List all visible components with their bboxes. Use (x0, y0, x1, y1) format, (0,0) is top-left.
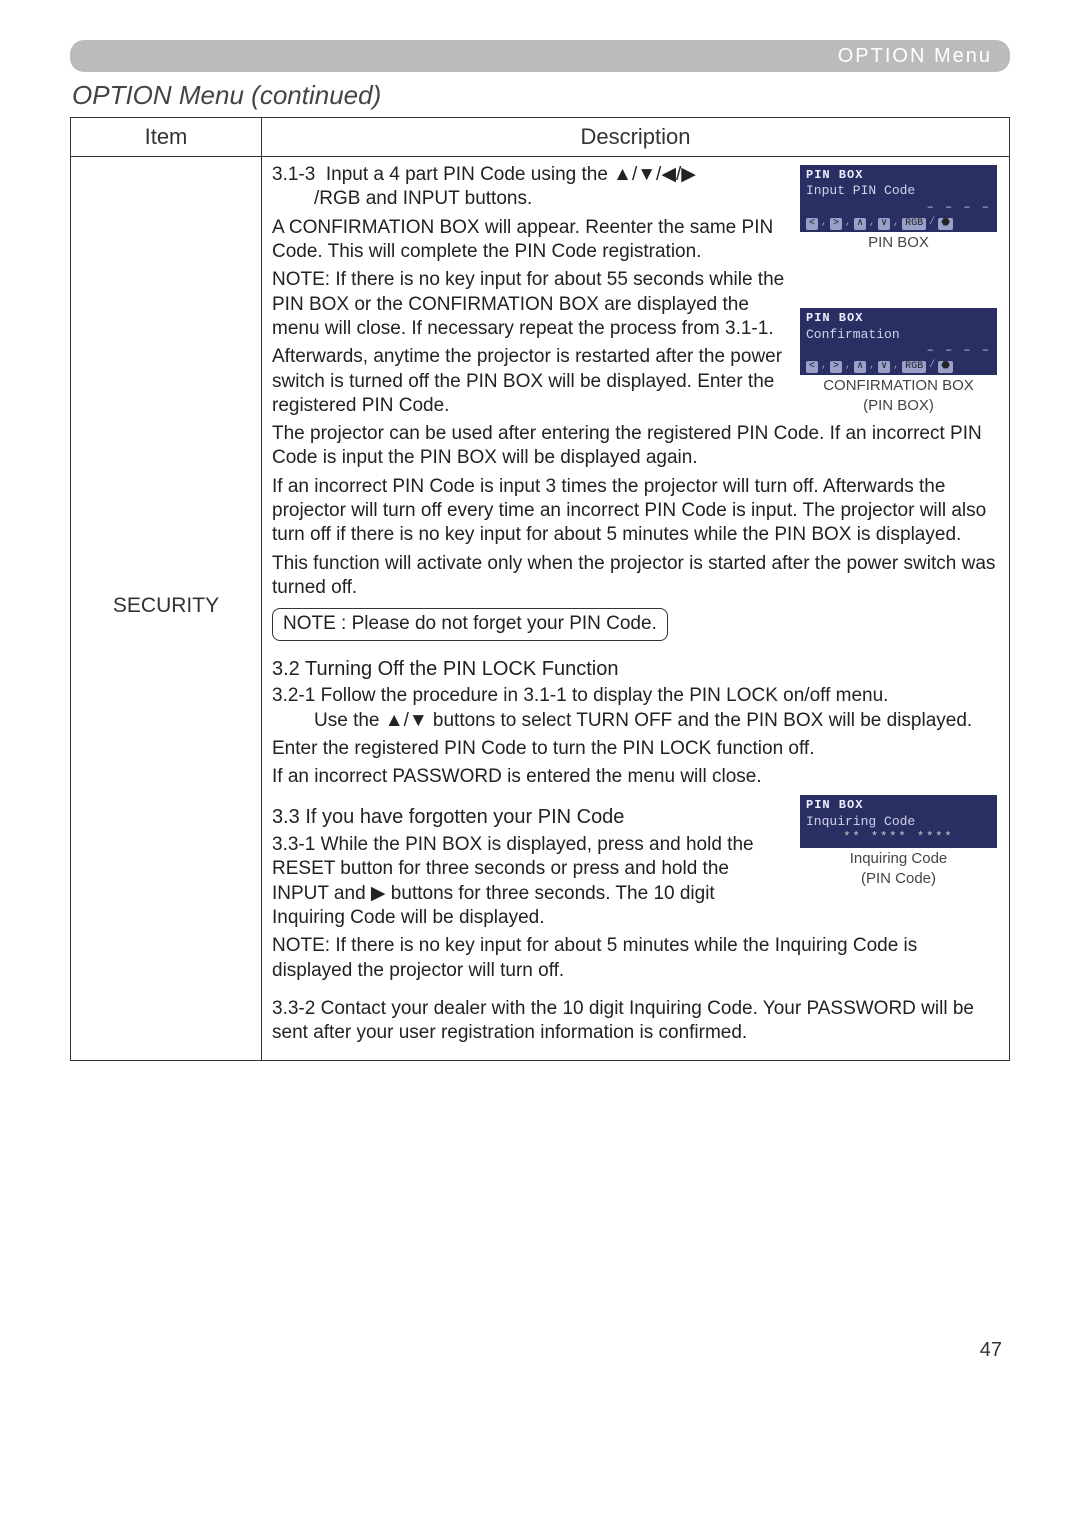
p-331-lead: 3.3-1 (272, 834, 315, 855)
note-box: NOTE : Please do not forget your PIN Cod… (272, 608, 668, 640)
pinbox-diagram-1: PIN BOX Input PIN Code – – – – <, >, ∧, … (800, 165, 997, 252)
inquiring-line: Inquiring Code (806, 814, 991, 831)
p-321-d: If an incorrect PASSWORD is entered the … (272, 765, 999, 789)
pinbox-2-title: PIN BOX (806, 311, 991, 326)
inquiring-caption2: (PIN Code) (800, 870, 997, 888)
pinbox-2-value: – – – – (806, 343, 991, 358)
key-down-icon: ∨ (878, 361, 890, 373)
section-title: OPTION Menu (continued) (72, 80, 1010, 111)
inquiring-caption1: Inquiring Code (800, 850, 997, 868)
p-313-lead: 3.1-3 (272, 164, 315, 185)
page-number: 47 (980, 1339, 1002, 1362)
pinbox-1-value: – – – – (806, 200, 991, 215)
pinbox-1-title: PIN BOX (806, 168, 991, 183)
key-input-icon: ⬣ (938, 361, 953, 373)
key-rgb: RGB (902, 218, 926, 230)
pinbox-1-keys: <, >, ∧, ∨, RGB/ ⬣ (806, 217, 991, 230)
option-table: Item Description SECURITY PIN BOX Input … (70, 117, 1010, 1061)
p-313-used: The projector can be used after entering… (272, 422, 999, 471)
pinbox-2-caption2: (PIN BOX) (800, 397, 997, 415)
pinbox-2-caption1: CONFIRMATION BOX (800, 377, 997, 395)
p-332-lead: 3.3-2 (272, 998, 315, 1019)
pinbox-1-line: Input PIN Code (806, 183, 991, 200)
p-332-body: Contact your dealer with the 10 digit In… (272, 998, 974, 1043)
key-left-icon: < (806, 218, 818, 230)
key-left-icon: < (806, 361, 818, 373)
p-321-b: Use the ▲/▼ buttons to select TURN OFF a… (272, 709, 999, 733)
inquiring-diagram: PIN BOX Inquiring Code ** **** **** Inqu… (800, 795, 997, 887)
p-313-activate: This function will activate only when th… (272, 552, 999, 601)
col-description: Description (262, 118, 1010, 157)
item-cell: SECURITY (71, 157, 262, 1061)
key-input-icon: ⬣ (938, 218, 953, 230)
p-332: 3.3-2 Contact your dealer with the 10 di… (272, 997, 999, 1046)
p-331-note: NOTE: If there is no key input for about… (272, 934, 999, 983)
pinbox-2-keys: <, >, ∧, ∨, RGB/ ⬣ (806, 360, 991, 373)
pinbox-1: PIN BOX Input PIN Code – – – – <, >, ∧, … (800, 165, 997, 232)
p-313-a: Input a 4 part PIN Code using the ▲/▼/◀/… (326, 164, 696, 185)
description-cell: PIN BOX Input PIN Code – – – – <, >, ∧, … (262, 157, 1010, 1061)
key-up-icon: ∧ (854, 218, 866, 230)
pinbox-2-line: Confirmation (806, 327, 991, 344)
p-321-a: Follow the procedure in 3.1-1 to display… (321, 685, 889, 706)
key-down-icon: ∨ (878, 218, 890, 230)
inquiring-title: PIN BOX (806, 798, 991, 813)
p-313-three: If an incorrect PIN Code is input 3 time… (272, 475, 999, 548)
col-item: Item (71, 118, 262, 157)
heading-32: 3.2 Turning Off the PIN LOCK Function (272, 657, 999, 683)
key-up-icon: ∧ (854, 361, 866, 373)
key-right-icon: > (830, 218, 842, 230)
inquiring-box: PIN BOX Inquiring Code ** **** **** (800, 795, 997, 847)
header-label: OPTION Menu (838, 45, 992, 68)
header-bar: OPTION Menu (70, 40, 1010, 72)
p-321-lead: 3.2-1 (272, 685, 315, 706)
inquiring-value: ** **** **** (806, 830, 991, 845)
key-right-icon: > (830, 361, 842, 373)
key-rgb: RGB (902, 361, 926, 373)
pinbox-2: PIN BOX Confirmation – – – – <, >, ∧, ∨,… (800, 308, 997, 375)
p-321-c: Enter the registered PIN Code to turn th… (272, 737, 999, 761)
p-331-a: While the PIN BOX is displayed, press an… (272, 834, 754, 928)
pinbox-diagram-2: PIN BOX Confirmation – – – – <, >, ∧, ∨,… (800, 308, 997, 415)
p-321: 3.2-1 Follow the procedure in 3.1-1 to d… (272, 684, 999, 733)
pinbox-1-caption: PIN BOX (800, 234, 997, 252)
